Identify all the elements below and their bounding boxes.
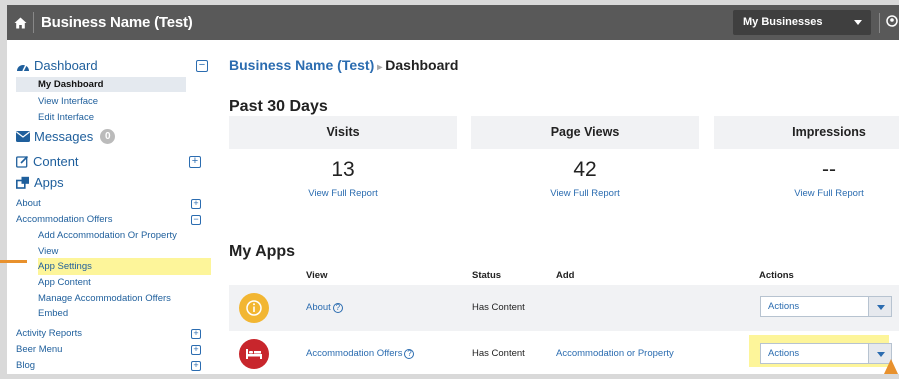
column-view: View [306,270,328,281]
sidebar-subitem-embed[interactable]: Embed [38,308,68,319]
stat-impressions-label: Impressions [714,116,899,149]
callout-line [0,260,27,263]
stat-impressions-value: -- [822,158,836,181]
stat-page-views: Page Views 42 View Full Report [471,116,699,214]
collapse-dashboard-icon[interactable]: − [196,60,208,72]
chevron-down-icon [868,297,891,316]
expand-blog-icon[interactable]: + [191,361,201,371]
envelope-icon [16,131,30,142]
stat-visits-report-link[interactable]: View Full Report [229,188,457,199]
sidebar-content-label: Content [33,154,79,169]
home-icon [14,17,26,28]
sidebar-item-messages[interactable]: Messages 0 [16,129,116,144]
breadcrumb-link[interactable]: Business Name (Test) [229,57,374,73]
add-accommodation-link[interactable]: Accommodation or Property [556,348,674,359]
stat-visits-value: 13 [331,158,355,181]
table-row: About? Has Content Actions [229,285,899,331]
app-frame: Business Name (Test) My Businesses Dashb… [0,0,899,379]
sidebar-item-about[interactable]: About [16,198,41,209]
table-row: Accommodation Offers? Has Content Accomm… [229,331,899,374]
sidebar-item-activity-reports[interactable]: Activity Reports [16,328,82,339]
breadcrumb-current: Dashboard [385,57,459,73]
sidebar-item-view-interface[interactable]: View Interface [38,96,98,107]
stat-page-views-value: 42 [573,158,597,181]
home-button[interactable] [7,5,33,40]
stat-visits-label: Visits [229,116,457,149]
sidebar-item-apps[interactable]: Apps [16,175,64,190]
sidebar-item-blog[interactable]: Blog [16,360,35,371]
dashboard-icon [17,64,29,71]
sidebar-subitem-manage-offers[interactable]: Manage Accommodation Offers [38,293,171,304]
actions-dropdown-label: Actions [768,301,800,312]
my-businesses-label: My Businesses [743,16,823,28]
apps-heading: My Apps [229,243,296,260]
stat-impressions-report-link[interactable]: View Full Report [714,188,899,199]
top-bar: Business Name (Test) My Businesses [7,5,899,40]
callout-arrow-icon [884,359,898,374]
messages-count-badge: 0 [100,129,116,144]
sidebar: Dashboard − My Dashboard View Interface … [7,40,214,374]
stat-page-views-label: Page Views [471,116,699,149]
app-accommodation-name: Accommodation Offers [306,348,403,359]
stat-visits: Visits 13 View Full Report [229,116,457,214]
help-icon[interactable]: ? [404,349,415,359]
sidebar-item-content[interactable]: Content [16,154,79,169]
brand-title[interactable]: Business Name (Test) [41,14,193,31]
stat-page-views-report-link[interactable]: View Full Report [471,188,699,199]
edit-icon [16,155,29,168]
user-menu[interactable] [879,13,899,33]
period-heading: Past 30 Days [229,98,328,115]
info-icon [239,293,269,323]
sidebar-subitem-app-content[interactable]: App Content [38,277,91,288]
sidebar-subitem-add-accommodation[interactable]: Add Accommodation Or Property [38,230,177,241]
sidebar-apps-label: Apps [34,175,64,190]
sidebar-item-dashboard[interactable]: Dashboard [16,58,98,73]
main-content: Business Name (Test) ▸ Dashboard Past 30 D… [214,40,899,374]
expand-about-icon[interactable]: + [191,199,201,209]
breadcrumb-arrow-icon: ▸ [377,62,383,73]
sidebar-item-edit-interface[interactable]: Edit Interface [38,112,94,123]
sidebar-item-my-dashboard[interactable]: My Dashboard [16,77,186,92]
topbar-divider [33,12,34,33]
sidebar-subitem-app-settings[interactable]: App Settings [38,261,92,272]
actions-dropdown-label: Actions [768,348,800,359]
sidebar-subitem-view[interactable]: View [38,246,58,257]
column-add: Add [556,270,575,281]
user-icon [886,15,898,27]
app-about-name: About [306,302,331,313]
expand-beer-icon[interactable]: + [191,345,201,355]
my-businesses-dropdown[interactable]: My Businesses [733,10,871,35]
app-accommodation-link[interactable]: Accommodation Offers? [306,348,415,359]
app-window: Business Name (Test) My Businesses Dashb… [7,5,899,374]
chevron-down-icon [854,20,862,25]
stat-impressions: Impressions -- View Full Report [714,116,899,214]
actions-dropdown[interactable]: Actions [760,343,892,364]
actions-dropdown[interactable]: Actions [760,296,892,317]
app-about-link[interactable]: About? [306,302,343,313]
app-accommodation-status: Has Content [472,348,525,359]
expand-content-icon[interactable]: + [189,156,201,168]
bed-icon [239,339,269,369]
sidebar-item-beer-menu[interactable]: Beer Menu [16,344,62,355]
apps-icon [16,176,29,189]
sidebar-item-accommodation-offers[interactable]: Accommodation Offers [16,214,112,225]
app-about-status: Has Content [472,302,525,313]
column-status: Status [472,270,502,281]
breadcrumb: Business Name (Test) ▸ Dashboard [229,57,458,73]
sidebar-dashboard-label: Dashboard [34,58,98,73]
expand-activity-icon[interactable]: + [191,329,201,339]
sidebar-messages-label: Messages [34,129,94,144]
collapse-accommodation-icon[interactable]: − [191,215,201,225]
help-icon[interactable]: ? [332,303,343,313]
column-actions: Actions [759,270,794,281]
